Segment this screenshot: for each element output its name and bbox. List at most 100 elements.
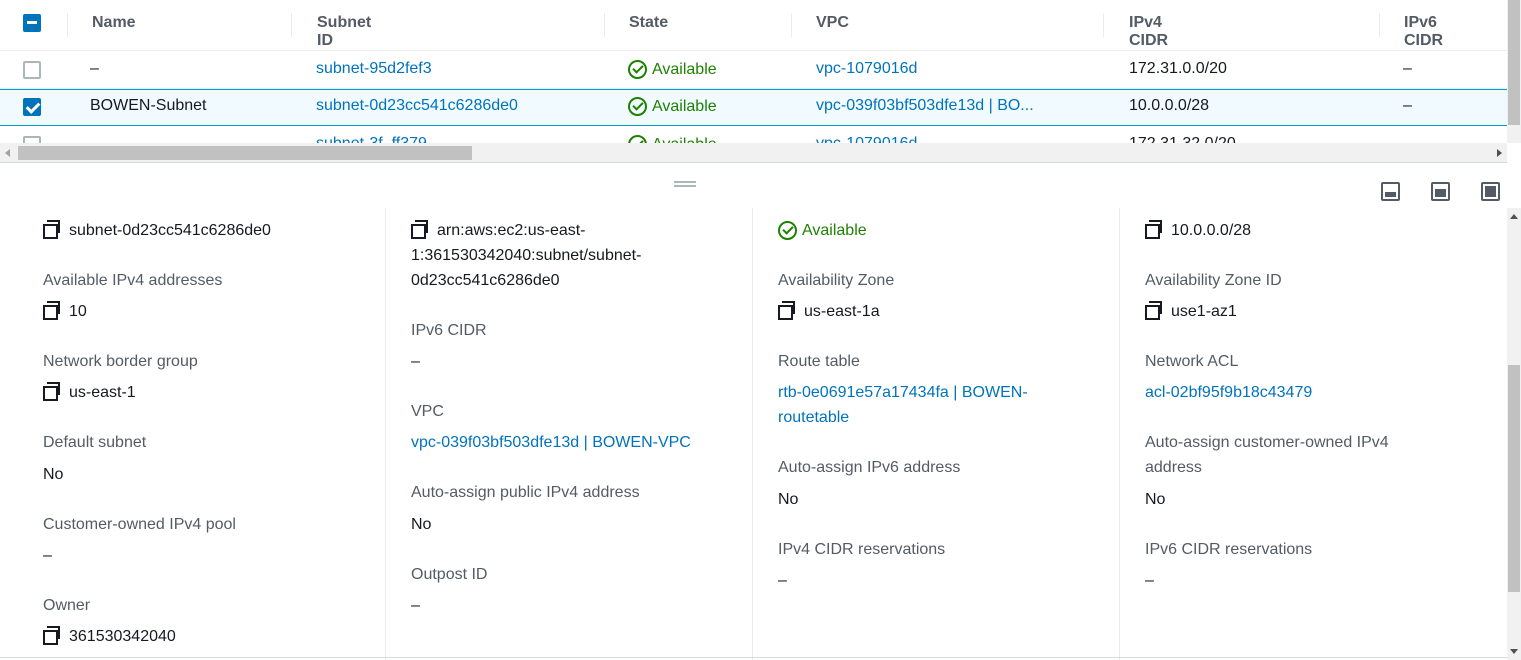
row-state-text: Available	[652, 60, 717, 78]
copy-icon[interactable]	[1145, 220, 1163, 239]
availability-zone-text: us-east-1a	[804, 303, 880, 320]
row-checkbox[interactable]	[23, 61, 41, 79]
availability-zone-id-label: Availability Zone ID	[1145, 272, 1282, 289]
check-circle-icon	[778, 221, 797, 240]
ipv4-cidr-reservations-value: –	[778, 572, 787, 589]
divider	[0, 657, 1507, 658]
subnet-arn-value: arn:aws:ec2:us-east- 1:361530342040:subn…	[411, 218, 641, 293]
column-divider	[752, 208, 753, 660]
row-name: –	[90, 60, 99, 77]
row-state-text: Available	[652, 136, 717, 144]
table-row[interactable]: subnet-3f..ff379 Available vpc-1079016d …	[0, 127, 1507, 143]
row-subnet-id-link[interactable]: subnet-0d23cc541c6286de0	[316, 97, 518, 115]
row-subnet-id-link[interactable]: subnet-95d2fef3	[316, 60, 432, 78]
scrollbar-thumb[interactable]	[18, 146, 472, 160]
row-ipv6-cidr: –	[1403, 60, 1412, 77]
outpost-id-value: –	[411, 597, 420, 614]
available-ipv4-text: 10	[69, 303, 87, 320]
route-table-line: routetable	[778, 409, 850, 426]
details-vertical-scrollbar[interactable]	[1507, 208, 1521, 660]
table-horizontal-scrollbar[interactable]	[0, 143, 1507, 163]
column-divider	[291, 13, 292, 37]
route-table-label: Route table	[778, 353, 860, 370]
network-border-group-text: us-east-1	[69, 384, 136, 401]
column-header-label: VPC	[816, 14, 849, 31]
check-circle-icon	[628, 135, 647, 143]
available-ipv4-value: 10	[43, 299, 87, 324]
ipv6-cidr-reservations-value: –	[1145, 572, 1154, 589]
copy-icon[interactable]	[43, 382, 61, 401]
table-row-selected[interactable]: BOWEN-Subnet subnet-0d23cc541c6286de0 Av…	[0, 89, 1507, 126]
row-vpc-link[interactable]: vpc-039f03bf503dfe13d | BO...	[816, 97, 1034, 115]
vpc-link[interactable]: vpc-039f03bf503dfe13d | BOWEN-VPC	[411, 430, 691, 455]
table-vertical-scrollbar[interactable]	[1507, 0, 1521, 143]
copy-icon[interactable]	[1145, 301, 1163, 320]
state-text: Available	[802, 222, 867, 239]
owner-label: Owner	[43, 597, 91, 614]
select-all-checkbox[interactable]	[23, 14, 41, 32]
copy-icon[interactable]	[43, 220, 61, 239]
ipv6-cidr-label: IPv6 CIDR	[411, 322, 487, 339]
available-ipv4-label: Available IPv4 addresses	[43, 272, 223, 289]
check-circle-icon	[628, 97, 647, 116]
network-border-group-value: us-east-1	[43, 380, 136, 405]
default-subnet-label: Default subnet	[43, 434, 147, 451]
table-row[interactable]: – subnet-95d2fef3 Available vpc-1079016d…	[0, 52, 1507, 89]
copy-icon[interactable]	[43, 626, 61, 645]
subnet-arn-line: arn:aws:ec2:us-east-	[437, 222, 586, 239]
label-line: address	[1145, 459, 1202, 476]
ipv6-cidr-value: –	[411, 353, 420, 370]
scroll-down-arrow-icon[interactable]	[1510, 649, 1518, 654]
row-ipv4-cidr: 10.0.0.0/28	[1129, 97, 1210, 114]
column-divider	[67, 13, 68, 37]
owner-value: 361530342040	[43, 624, 176, 649]
column-divider	[1379, 13, 1380, 37]
network-acl-label: Network ACL	[1145, 353, 1239, 370]
auto-assign-customer-ipv4-value: No	[1145, 491, 1166, 508]
auto-assign-ipv6-label: Auto-assign IPv6 address	[778, 459, 961, 476]
scrollbar-thumb[interactable]	[1508, 0, 1520, 125]
customer-owned-pool-label: Customer-owned IPv4 pool	[43, 516, 236, 533]
panel-half-icon[interactable]	[1431, 182, 1450, 201]
row-state: Available	[628, 135, 717, 143]
scrollbar-thumb[interactable]	[1508, 365, 1520, 592]
copy-icon[interactable]	[43, 301, 61, 320]
column-divider	[385, 208, 386, 660]
subnets-table: Name Subnet ID State VPC IPv4 CIDR IPv6 …	[0, 0, 1507, 143]
column-divider	[1119, 208, 1120, 660]
ipv4-cidr-text: 10.0.0.0/28	[1171, 222, 1252, 239]
availability-zone-id-text: use1-az1	[1171, 303, 1237, 320]
ipv6-cidr-reservations-label: IPv6 CIDR reservations	[1145, 541, 1313, 558]
subnet-id-value: subnet-0d23cc541c6286de0	[43, 218, 271, 243]
resize-handle-icon[interactable]	[674, 181, 696, 187]
row-checkbox[interactable]	[23, 136, 41, 143]
row-subnet-id-link[interactable]: subnet-3f..ff379	[316, 135, 427, 143]
column-divider	[1103, 13, 1104, 37]
panel-full-icon[interactable]	[1481, 182, 1500, 201]
label-line: Auto-assign customer-owned IPv4	[1145, 434, 1389, 451]
ipv4-cidr-value: 10.0.0.0/28	[1145, 218, 1251, 243]
row-vpc-link[interactable]: vpc-1079016d	[816, 60, 917, 78]
scroll-up-arrow-icon[interactable]	[1510, 214, 1518, 219]
column-header-label: Subnet ID	[317, 14, 372, 49]
row-state-text: Available	[652, 97, 717, 115]
copy-icon[interactable]	[778, 301, 796, 320]
column-header-label: Name	[92, 14, 136, 31]
row-ipv4-cidr: 172.31.32.0/20	[1129, 135, 1236, 143]
auto-assign-customer-ipv4-label: Auto-assign customer-owned IPv4 address	[1145, 430, 1389, 480]
scroll-right-arrow-icon[interactable]	[1497, 149, 1502, 157]
state-value: Available	[778, 218, 867, 243]
copy-icon[interactable]	[411, 220, 429, 239]
scroll-left-arrow-icon[interactable]	[5, 149, 10, 157]
owner-text: 361530342040	[69, 628, 176, 645]
route-table-link[interactable]: rtb-0e0691e57a17434fa | BOWEN- routetabl…	[778, 380, 1028, 430]
panel-bottom-icon[interactable]	[1381, 182, 1400, 201]
network-acl-link[interactable]: acl-02bf95f9b18c43479	[1145, 380, 1312, 405]
row-vpc-link[interactable]: vpc-1079016d	[816, 135, 917, 143]
subnet-id-text: subnet-0d23cc541c6286de0	[69, 222, 271, 239]
subnet-arn-line: 1:361530342040:subnet/subnet-	[411, 247, 642, 264]
column-divider	[791, 13, 792, 37]
subnet-details-panel: subnet-0d23cc541c6286de0 Available IPv4 …	[0, 208, 1507, 660]
row-checkbox[interactable]	[23, 98, 41, 116]
column-header-label: State	[629, 14, 669, 31]
